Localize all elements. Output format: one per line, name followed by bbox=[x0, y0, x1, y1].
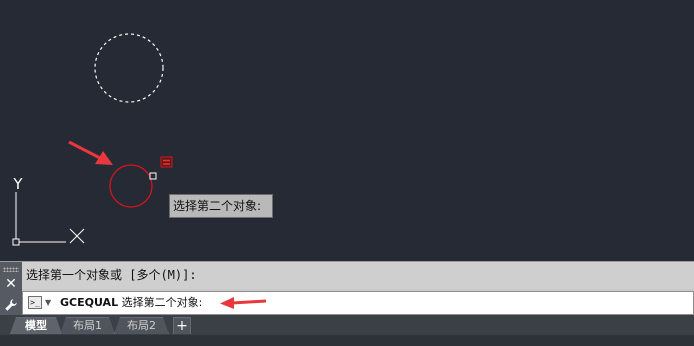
tab-model[interactable]: 模型 bbox=[10, 317, 62, 334]
command-line-text: GCEQUAL 选择第二个对象: bbox=[60, 292, 202, 314]
grip-square[interactable] bbox=[149, 172, 157, 180]
ucs-icon: Y bbox=[12, 175, 85, 246]
equal-constraint-icon[interactable] bbox=[160, 156, 173, 168]
command-tooltip: 选择第二个对象: bbox=[169, 194, 273, 218]
command-name: GCEQUAL bbox=[60, 296, 119, 309]
command-line-panel: ✕ 选择第一个对象或 [多个(M)]: >_ ▼ GCEQUAL 选择第二个对象… bbox=[0, 261, 694, 316]
prompt-dropdown-icon[interactable]: ▼ bbox=[45, 295, 51, 311]
status-bar bbox=[0, 335, 694, 346]
layout-tab-strip: 模型 布局1 布局2 + bbox=[0, 315, 694, 335]
selected-circle[interactable] bbox=[109, 164, 153, 208]
command-prompt-icon[interactable]: >_ bbox=[28, 296, 42, 309]
close-icon[interactable]: ✕ bbox=[4, 277, 18, 291]
annotation-arrow-canvas bbox=[68, 140, 113, 165]
tab-layout1[interactable]: 布局1 bbox=[60, 317, 115, 334]
drag-grip-icon[interactable] bbox=[3, 267, 19, 272]
dashed-preview-circle[interactable] bbox=[94, 33, 164, 103]
layout-tab-bar: 模型 布局1 布局2 + bbox=[0, 315, 694, 346]
tab-layout2[interactable]: 布局2 bbox=[114, 317, 169, 334]
drawing-canvas[interactable]: Y bbox=[0, 0, 694, 262]
wrench-icon[interactable] bbox=[4, 298, 18, 312]
command-prompt-text: 选择第二个对象: bbox=[121, 296, 203, 309]
ucs-y-label: Y bbox=[12, 175, 23, 193]
command-panel-handle[interactable]: ✕ bbox=[0, 262, 22, 316]
add-layout-button[interactable]: + bbox=[173, 317, 191, 334]
command-history-line: 选择第一个对象或 [多个(M)]: bbox=[22, 262, 694, 289]
command-input-field[interactable]: >_ ▼ GCEQUAL 选择第二个对象: bbox=[22, 291, 694, 315]
annotation-arrow-command bbox=[220, 297, 267, 309]
